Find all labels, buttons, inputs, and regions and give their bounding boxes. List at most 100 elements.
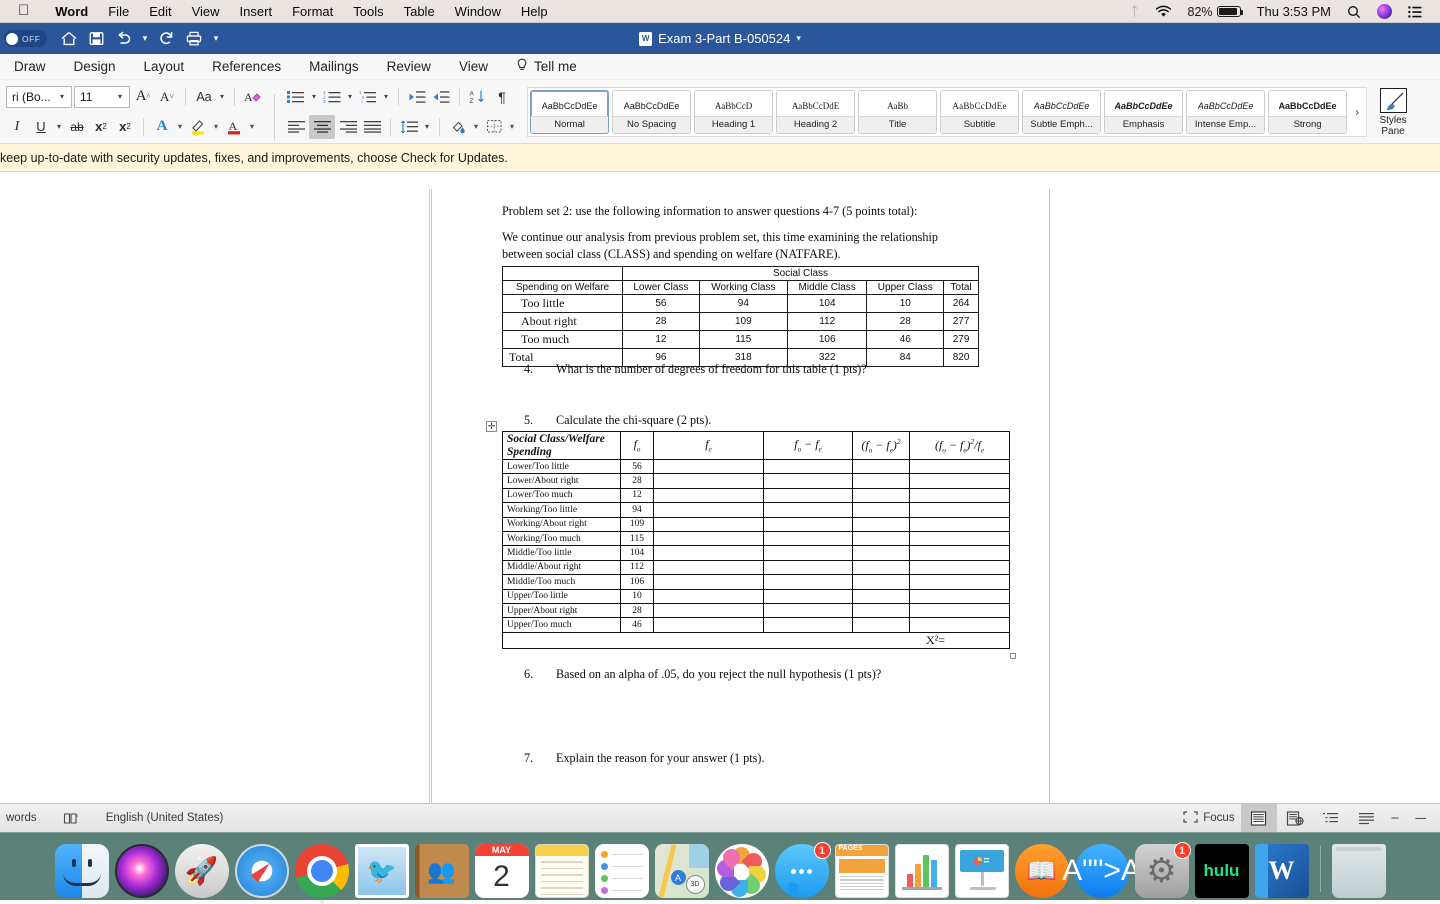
language-indicator[interactable]: English (United States) (100, 812, 230, 824)
chevron-down-icon[interactable]: ▾ (507, 122, 517, 131)
superscript-icon[interactable]: x2 (114, 115, 136, 139)
font-name-combobox[interactable]: ri (Bo... ▾ (6, 86, 72, 108)
word-count[interactable]: words (0, 812, 43, 824)
worksheet-blank-cell[interactable] (910, 560, 1010, 574)
customize-toolbar-icon[interactable]: ▾ (209, 27, 224, 50)
worksheet-blank-cell[interactable] (764, 589, 853, 603)
dock-item-numbers[interactable] (895, 844, 949, 898)
menu-item-file[interactable]: File (98, 4, 139, 19)
dock-item-photos[interactable] (715, 844, 769, 898)
tab-review[interactable]: Review (373, 59, 445, 74)
chevron-down-icon[interactable]: ▾ (54, 122, 64, 131)
worksheet-blank-cell[interactable] (654, 474, 764, 488)
dock-item-books[interactable]: 📖 (1015, 844, 1069, 898)
menu-item-format[interactable]: Format (282, 4, 343, 19)
worksheet-blank-cell[interactable] (853, 517, 910, 531)
bullets-icon[interactable] (285, 85, 307, 109)
style-title[interactable]: AaBb Title (858, 90, 937, 134)
chevron-down-icon[interactable]: ▾ (471, 122, 481, 131)
worksheet-blank-cell[interactable] (654, 531, 764, 545)
font-color-icon[interactable]: A (223, 115, 245, 139)
style-heading-2[interactable]: AaBbCcDdE Heading 2 (776, 90, 855, 134)
dock-item-notes[interactable] (535, 844, 589, 898)
dock-item-contacts[interactable]: 👥 (415, 844, 469, 898)
worksheet-blank-cell[interactable] (910, 517, 1010, 531)
increase-indent-icon[interactable] (430, 85, 452, 109)
tab-draw[interactable]: Draw (0, 59, 60, 74)
sort-icon[interactable]: AZ (467, 85, 489, 109)
strikethrough-icon[interactable]: ab (66, 115, 88, 139)
worksheet-blank-cell[interactable] (654, 546, 764, 560)
dock-item-pages[interactable]: PAGES (835, 844, 889, 898)
style-strong[interactable]: AaBbCcDdEe Strong (1268, 90, 1347, 134)
menu-item-edit[interactable]: Edit (139, 4, 181, 19)
worksheet-blank-cell[interactable] (910, 546, 1010, 560)
update-notification-bar[interactable]: keep up-to-date with security updates, f… (0, 144, 1440, 172)
worksheet-blank-cell[interactable] (853, 546, 910, 560)
numbering-icon[interactable]: 123 (321, 85, 343, 109)
worksheet-blank-cell[interactable] (910, 575, 1010, 589)
worksheet-blank-cell[interactable] (764, 546, 853, 560)
dock-item-messages[interactable]: 1 (775, 844, 829, 898)
font-size-combobox[interactable]: 11 ▾ (74, 86, 130, 108)
tab-mailings[interactable]: Mailings (295, 59, 373, 74)
dock-item-chrome[interactable] (295, 844, 349, 898)
table-resize-handle[interactable] (1010, 653, 1016, 659)
worksheet-blank-cell[interactable] (853, 531, 910, 545)
dock-item-maps[interactable]: A 3D (655, 844, 709, 898)
align-left-icon[interactable] (285, 115, 307, 139)
worksheet-blank-cell[interactable] (654, 503, 764, 517)
zoom-out-button[interactable]: − (1385, 810, 1410, 827)
worksheet-blank-cell[interactable] (654, 618, 764, 632)
style-normal[interactable]: AaBbCcDdEe Normal (530, 90, 609, 134)
worksheet-blank-cell[interactable] (764, 460, 853, 474)
save-icon[interactable] (84, 27, 109, 50)
worksheet-blank-cell[interactable] (654, 603, 764, 617)
apple-menu-icon[interactable]:  (18, 3, 29, 18)
table-move-handle[interactable]: ✛ (486, 421, 497, 432)
dock-item-siri[interactable] (115, 844, 169, 898)
worksheet-blank-cell[interactable] (853, 575, 910, 589)
line-spacing-icon[interactable] (398, 115, 420, 139)
text-effects-icon[interactable]: A (151, 115, 173, 139)
dock-item-system-preferences[interactable]: 1 ⚙ (1135, 844, 1189, 898)
worksheet-blank-cell[interactable] (654, 488, 764, 502)
shading-icon[interactable] (447, 115, 469, 139)
show-formatting-marks-icon[interactable]: ¶ (491, 85, 513, 109)
dock-item-keynote[interactable] (955, 844, 1009, 898)
dock-item-word[interactable]: W (1255, 844, 1309, 898)
menu-item-view[interactable]: View (182, 4, 230, 19)
worksheet-blank-cell[interactable] (654, 560, 764, 574)
autosave-toggle[interactable]: OFF (4, 30, 47, 47)
focus-mode-button[interactable]: Focus (1177, 811, 1240, 826)
grow-font-icon[interactable]: A^ (132, 85, 154, 109)
justify-icon[interactable] (361, 115, 383, 139)
chevron-down-icon[interactable]: ▾ (381, 92, 391, 101)
style-subtle-emphasis[interactable]: AaBbCcDdEe Subtle Emph... (1022, 90, 1101, 134)
worksheet-blank-cell[interactable] (654, 517, 764, 531)
outline-view-button[interactable] (1313, 804, 1349, 833)
align-right-icon[interactable] (337, 115, 359, 139)
chevron-down-icon[interactable]: ▾ (345, 92, 355, 101)
wifi-icon[interactable] (1147, 5, 1180, 18)
worksheet-blank-cell[interactable] (910, 603, 1010, 617)
chevron-down-icon[interactable]: ▾ (217, 92, 227, 101)
chevron-down-icon[interactable]: ▾ (422, 122, 432, 131)
proofing-errors-icon[interactable]: × (57, 812, 86, 825)
home-icon[interactable] (57, 27, 82, 50)
worksheet-blank-cell[interactable] (853, 603, 910, 617)
worksheet-blank-cell[interactable] (764, 560, 853, 574)
style-heading-1[interactable]: AaBbCcD Heading 1 (694, 90, 773, 134)
print-layout-view-button[interactable] (1241, 804, 1277, 833)
italic-icon[interactable]: I (6, 115, 28, 139)
tab-design[interactable]: Design (60, 59, 130, 74)
menu-item-insert[interactable]: Insert (230, 4, 283, 19)
dock-item-calendar[interactable]: MAY 2 (475, 844, 529, 898)
chevron-down-icon[interactable]: ▾ (247, 122, 257, 131)
dock-item-appstore[interactable]: A"">A (1075, 844, 1129, 898)
worksheet-blank-cell[interactable] (910, 589, 1010, 603)
bluetooth-icon[interactable]: ᛏ (1123, 4, 1147, 19)
chevron-down-icon[interactable]: ▾ (309, 92, 319, 101)
align-center-icon[interactable] (309, 115, 335, 139)
worksheet-blank-cell[interactable] (910, 488, 1010, 502)
